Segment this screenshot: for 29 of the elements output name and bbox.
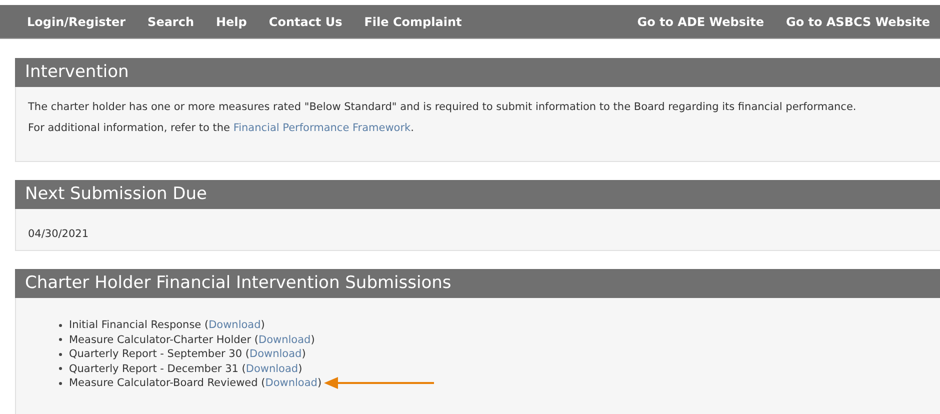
submission-item: Measure Calculator-Board Reviewed (Download) xyxy=(69,377,322,390)
nav-link[interactable]: Go to ADE Website xyxy=(637,14,764,28)
download-link[interactable]: Download xyxy=(265,377,318,390)
download-link[interactable]: Download xyxy=(258,334,311,346)
nav-link[interactable]: Help xyxy=(216,14,247,28)
submission-item: Initial Financial Response (Download) xyxy=(69,319,265,332)
nav-link[interactable]: Search xyxy=(148,14,194,28)
bullet-icon xyxy=(59,352,62,356)
bullet-icon xyxy=(59,382,62,385)
nav-link[interactable]: Go to ASBCS Website xyxy=(786,14,930,28)
nav-link[interactable]: Login/Register xyxy=(27,14,126,28)
submission-item: Measure Calculator-Charter Holder (Download) xyxy=(69,334,315,346)
nav-link[interactable]: File Complaint xyxy=(364,14,462,28)
intervention-text: The charter holder has one or more measures rated "Below Standard" and is required to submit information to the Board regarding its financial performance. xyxy=(28,101,858,113)
bullet-icon xyxy=(59,338,62,342)
bullet-icon xyxy=(59,324,62,327)
section-header: Charter Holder Financial Intervention Submissions xyxy=(15,269,940,298)
section-header: Intervention xyxy=(15,58,940,87)
download-link[interactable]: Download xyxy=(246,362,298,375)
reference-text: For additional information, refer to the Financial Performance Framework. xyxy=(28,122,415,134)
bullet-icon xyxy=(59,367,62,370)
framework-link[interactable]: Financial Performance Framework xyxy=(233,122,411,134)
due-date: 04/30/2021 xyxy=(28,228,89,240)
nav-link[interactable]: Contact Us xyxy=(268,14,342,28)
section-header: Next Submission Due xyxy=(15,180,940,209)
submission-item: Quarterly Report - December 31 (Download) xyxy=(69,362,302,375)
download-link[interactable]: Download xyxy=(249,348,302,360)
submission-item: Quarterly Report - September 30 (Download) xyxy=(69,348,306,360)
download-link[interactable]: Download xyxy=(208,319,261,332)
